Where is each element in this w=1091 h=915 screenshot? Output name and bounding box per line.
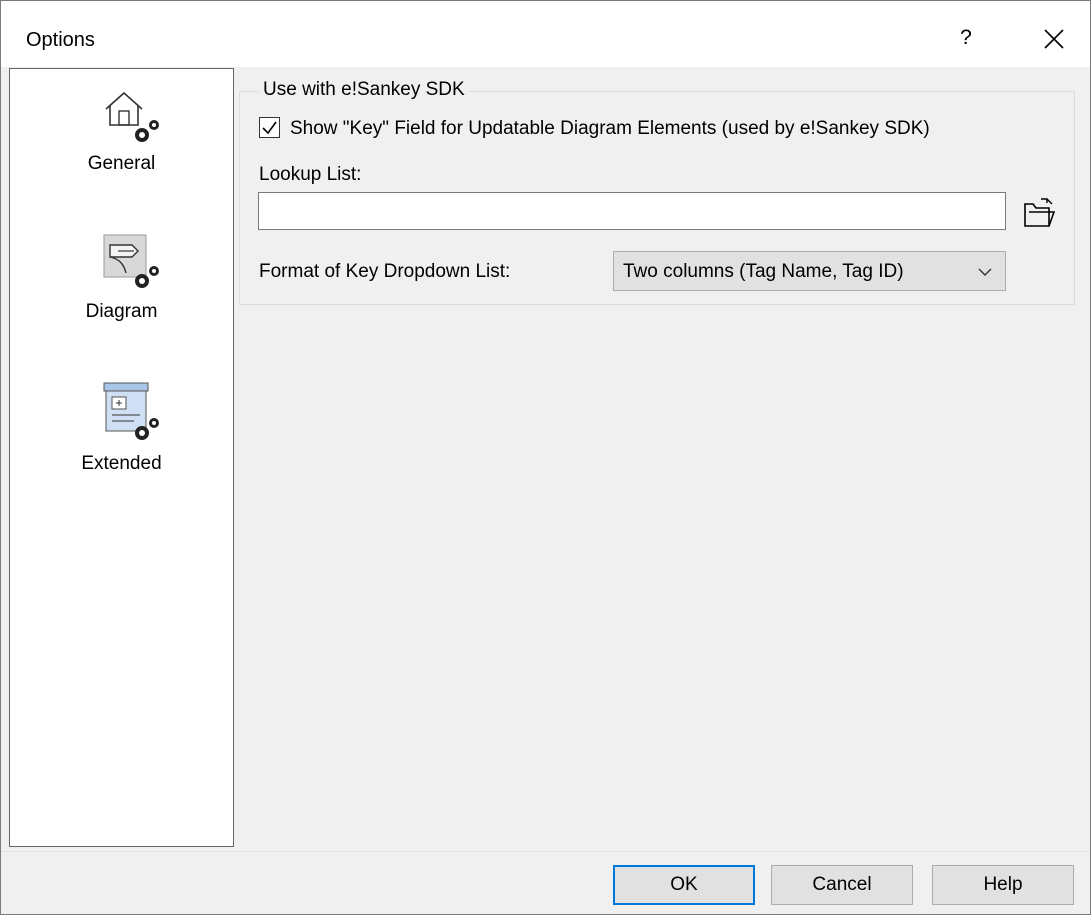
ok-button[interactable]: OK	[613, 865, 755, 905]
format-dropdown[interactable]: Two columns (Tag Name, Tag ID)	[613, 251, 1006, 291]
options-dialog: Options ? General Diagram Extended Use w…	[0, 0, 1091, 915]
help-button[interactable]: Help	[932, 865, 1074, 905]
title-bar: Options ?	[1, 1, 1090, 67]
window-title: Options	[26, 29, 95, 51]
lookup-list-input[interactable]	[258, 192, 1006, 230]
browse-lookup-button[interactable]	[1021, 196, 1057, 230]
help-title-button[interactable]: ?	[941, 13, 991, 63]
format-dropdown-value: Two columns (Tag Name, Tag ID)	[623, 261, 904, 282]
open-folder-icon	[1024, 198, 1056, 227]
sidebar-item-diagram[interactable]: Diagram	[10, 229, 233, 349]
cancel-button[interactable]: Cancel	[771, 865, 913, 905]
show-key-field-label[interactable]: Show "Key" Field for Updatable Diagram E…	[290, 118, 930, 140]
footer-divider	[1, 851, 1090, 852]
format-dropdown-label: Format of Key Dropdown List:	[259, 261, 511, 282]
show-key-field-checkbox[interactable]	[259, 117, 280, 138]
checkmark-icon	[262, 121, 277, 135]
sidebar-item-label: General	[87, 153, 156, 174]
sidebar-item-extended[interactable]: Extended	[10, 379, 233, 499]
close-button[interactable]	[1031, 16, 1077, 62]
house-gear-icon	[105, 91, 159, 142]
sidebar-item-label: Extended	[81, 453, 162, 474]
lookup-list-label: Lookup List:	[259, 164, 362, 185]
extended-gear-icon	[103, 382, 159, 440]
sidebar-item-general[interactable]: General	[10, 83, 233, 203]
sidebar-item-label: Diagram	[85, 301, 158, 322]
close-icon	[1044, 29, 1064, 49]
diagram-gear-icon	[103, 234, 159, 288]
options-sidebar: General Diagram Extended	[9, 68, 234, 847]
chevron-down-icon	[978, 268, 992, 276]
group-legend: Use with e!Sankey SDK	[259, 79, 469, 101]
